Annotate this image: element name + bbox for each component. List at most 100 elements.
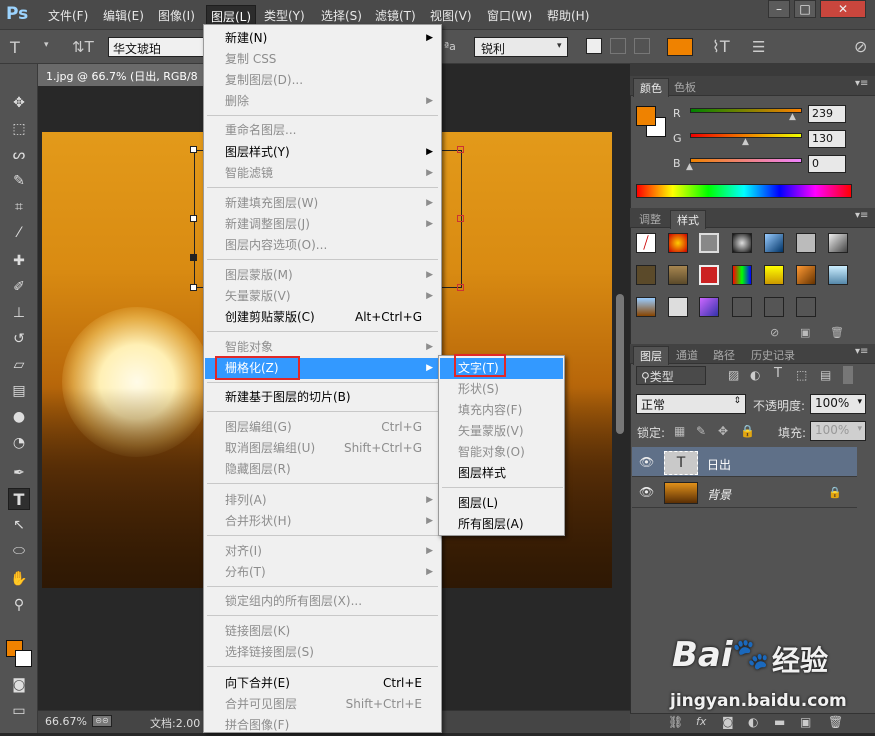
trash-icon[interactable]: 🗑: [830, 326, 844, 339]
menu-item-rename-layer[interactable]: 重命名图层...: [205, 120, 440, 141]
menu-item-ungroup-layers[interactable]: 取消图层编组(U) Shift+Ctrl+G: [205, 438, 440, 459]
transform-handle[interactable]: [457, 146, 464, 153]
menu-item-smart-filter[interactable]: 智能滤镜 ▶: [205, 163, 440, 184]
zoom-level[interactable]: 66.67%: [45, 715, 87, 728]
zoom-tool-icon[interactable]: ⚲: [8, 594, 30, 616]
blend-mode-select[interactable]: 正常 ⇕: [636, 394, 746, 414]
tab-paths[interactable]: 路径: [707, 346, 741, 364]
style-swatch[interactable]: [732, 265, 752, 285]
eraser-tool-icon[interactable]: ▱: [8, 354, 30, 376]
close-icon[interactable]: ✕: [820, 0, 866, 18]
clone-stamp-tool-icon[interactable]: ⊥: [8, 302, 30, 324]
menu-item-align[interactable]: 对齐(I) ▶: [205, 541, 440, 562]
filter-toggle[interactable]: [843, 366, 853, 384]
align-left-icon[interactable]: [586, 38, 602, 54]
menu-file[interactable]: 文件(F): [48, 7, 88, 24]
tab-history[interactable]: 历史记录: [745, 346, 801, 364]
eyedropper-tool-icon[interactable]: ⁄: [8, 222, 30, 244]
menu-window[interactable]: 窗口(W): [487, 7, 532, 24]
slider-thumb-icon[interactable]: ▲: [789, 112, 796, 122]
pen-tool-icon[interactable]: ✒: [8, 462, 30, 484]
r-value-field[interactable]: 239: [808, 105, 846, 123]
tab-styles[interactable]: 样式: [670, 210, 706, 229]
style-swatch[interactable]: [796, 233, 816, 253]
character-panel-icon[interactable]: ☰: [752, 38, 765, 56]
style-swatch[interactable]: [699, 297, 719, 317]
lock-image-icon[interactable]: ✎: [696, 424, 706, 438]
menu-item-layer-mask[interactable]: 图层蒙版(M) ▶: [205, 265, 440, 286]
transform-handle[interactable]: [190, 215, 197, 222]
shape-tool-icon[interactable]: ⬭: [8, 540, 30, 562]
cancel-icon[interactable]: ⊘: [854, 37, 867, 56]
transform-handle[interactable]: [190, 284, 197, 291]
submenu-item-shape[interactable]: 形状(S): [440, 379, 563, 400]
lock-transparent-icon[interactable]: ▦: [674, 424, 685, 438]
style-swatch[interactable]: [732, 233, 752, 253]
visibility-eye-icon[interactable]: 👁: [639, 485, 654, 499]
menu-item-new-fill-layer[interactable]: 新建填充图层(W) ▶: [205, 193, 440, 214]
style-swatch[interactable]: [764, 233, 784, 253]
menu-item-merge-down[interactable]: 向下合并(E) Ctrl+E: [205, 673, 440, 694]
menu-item-vector-mask[interactable]: 矢量蒙版(V) ▶: [205, 286, 440, 307]
submenu-item-layer[interactable]: 图层(L): [440, 493, 563, 514]
clear-style-icon[interactable]: ⊘: [770, 326, 779, 339]
tab-channels[interactable]: 通道: [670, 346, 704, 364]
filter-type-icon[interactable]: T: [774, 366, 782, 381]
crop-tool-icon[interactable]: ⌗: [8, 196, 30, 218]
menu-item-new[interactable]: 新建(N) ▶: [205, 28, 440, 49]
brush-tool-icon[interactable]: ✐: [8, 276, 30, 298]
align-center-icon[interactable]: [610, 38, 626, 54]
submenu-item-layer-style[interactable]: 图层样式: [440, 463, 563, 484]
panel-menu-icon[interactable]: ▾≡: [855, 210, 868, 221]
menu-item-smart-object[interactable]: 智能对象 ▶: [205, 337, 440, 358]
style-swatch[interactable]: [764, 265, 784, 285]
quick-select-tool-icon[interactable]: ✎: [8, 170, 30, 192]
submenu-item-fill-content[interactable]: 填充内容(F): [440, 400, 563, 421]
layer-filter-select[interactable]: ⚲类型: [636, 366, 706, 385]
text-color-swatch[interactable]: [667, 38, 693, 56]
b-slider[interactable]: [690, 158, 802, 163]
gradient-tool-icon[interactable]: ▤: [8, 380, 30, 402]
submenu-item-vector-mask[interactable]: 矢量蒙版(V): [440, 421, 563, 442]
style-swatch[interactable]: [828, 233, 848, 253]
tab-color[interactable]: 颜色: [633, 78, 669, 97]
menu-image[interactable]: 图像(I): [158, 7, 195, 24]
filter-adjustment-icon[interactable]: ◐: [750, 368, 760, 382]
style-swatch[interactable]: [636, 297, 656, 317]
quick-mask-icon[interactable]: ◙: [8, 674, 30, 696]
panel-menu-icon[interactable]: ▾≡: [855, 346, 868, 357]
menu-item-create-clipping-mask[interactable]: 创建剪贴蒙版(C) Alt+Ctrl+G: [205, 307, 440, 328]
dodge-tool-icon[interactable]: ◔: [8, 432, 30, 454]
menu-item-select-linked-layers[interactable]: 选择链接图层(S): [205, 642, 440, 663]
transform-handle[interactable]: [457, 215, 464, 222]
opacity-field[interactable]: 100% ▾: [810, 394, 866, 414]
menu-item-delete[interactable]: 删除 ▶: [205, 91, 440, 112]
blur-tool-icon[interactable]: ●: [8, 406, 30, 428]
align-right-icon[interactable]: [634, 38, 650, 54]
r-slider[interactable]: [690, 108, 802, 113]
menu-item-combine-shapes[interactable]: 合并形状(H) ▶: [205, 511, 440, 532]
style-swatch[interactable]: [636, 265, 656, 285]
path-select-tool-icon[interactable]: ↖: [8, 514, 30, 536]
transform-handle[interactable]: [190, 254, 197, 261]
filter-pixel-icon[interactable]: ▨: [728, 368, 739, 382]
lasso-tool-icon[interactable]: ᔕ: [8, 144, 30, 166]
filter-smart-object-icon[interactable]: ▤: [820, 368, 831, 382]
background-layer-thumbnail[interactable]: [664, 482, 698, 504]
menu-item-new-layer-slice[interactable]: 新建基于图层的切片(B): [205, 387, 440, 408]
style-swatch[interactable]: [668, 233, 688, 253]
menu-help[interactable]: 帮助(H): [547, 7, 589, 24]
menu-item-merge-visible[interactable]: 合并可见图层 Shift+Ctrl+E: [205, 694, 440, 715]
menu-item-distribute[interactable]: 分布(T) ▶: [205, 562, 440, 583]
hand-tool-icon[interactable]: ✋: [8, 568, 30, 590]
history-brush-tool-icon[interactable]: ↺: [8, 328, 30, 350]
healing-brush-tool-icon[interactable]: ✚: [8, 250, 30, 272]
maximize-icon[interactable]: □: [794, 0, 816, 18]
submenu-item-all-layers[interactable]: 所有图层(A): [440, 514, 563, 535]
chevron-down-icon[interactable]: ▾: [44, 40, 49, 50]
transform-handle[interactable]: [190, 146, 197, 153]
layer-name[interactable]: 背景: [707, 486, 731, 503]
style-swatch[interactable]: [796, 297, 816, 317]
marquee-tool-icon[interactable]: ⬚: [8, 118, 30, 140]
menu-item-layer-content-options[interactable]: 图层内容选项(O)...: [205, 235, 440, 256]
